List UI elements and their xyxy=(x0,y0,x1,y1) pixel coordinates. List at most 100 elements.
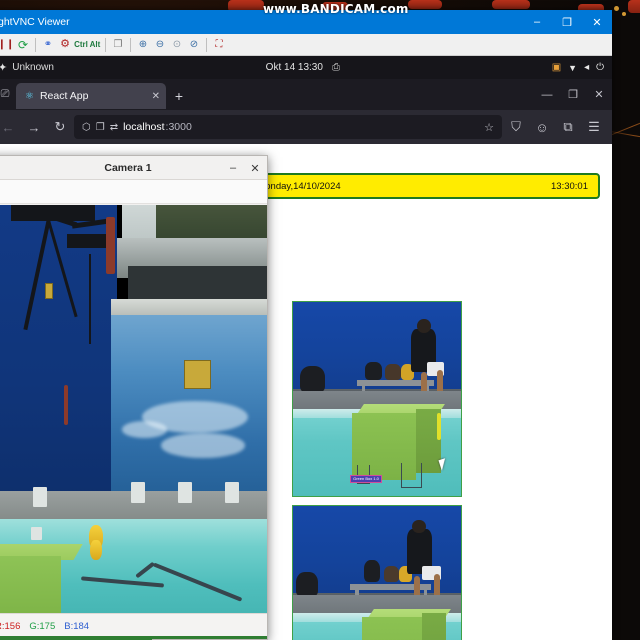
toolbar-separator xyxy=(105,38,106,52)
shaded-opening xyxy=(128,266,267,299)
camera-1-video-view[interactable] xyxy=(0,205,267,613)
ctrl-key-button[interactable]: Ctrl xyxy=(74,37,88,53)
fullscreen-icon[interactable]: ⛶ xyxy=(211,37,227,53)
camera-1-titlebar[interactable]: Camera 1 – ✕ xyxy=(0,156,267,180)
equipment-bag xyxy=(300,366,325,393)
url-bar[interactable]: ⬡ ❐ ⇄ localhost :3000 ☆ xyxy=(74,115,502,139)
thumbnail-scene: Green Box 1.0 xyxy=(293,302,461,496)
lane-marker xyxy=(31,527,42,539)
back-icon[interactable]: ← xyxy=(0,115,20,139)
pool-sign xyxy=(184,360,212,389)
new-tab-button[interactable]: + xyxy=(166,83,192,109)
connection-icon[interactable]: ⚭ xyxy=(40,37,56,53)
green-cube-front xyxy=(362,617,422,640)
wall-mural xyxy=(122,421,166,437)
bg-shape xyxy=(408,0,442,9)
zoom-actual-icon[interactable]: ⊘ xyxy=(186,37,202,53)
applications-menu-label: Unknown xyxy=(12,62,54,73)
desktop-panel: ✦ Unknown Okt 14 13:30 ⎙ ▣ ▼ ◂ ⏻ xyxy=(0,56,612,79)
url-host: localhost xyxy=(123,121,164,133)
red-pipe xyxy=(106,217,116,274)
refresh-icon[interactable]: ⟳ xyxy=(15,37,31,53)
network-icon[interactable]: ▼ xyxy=(568,63,577,73)
page-info-icon[interactable]: ❐ xyxy=(96,122,105,133)
vnc-window-title: ghtVNC Viewer xyxy=(0,16,70,28)
camera-thumbnail-2[interactable]: Green Box 1.0 xyxy=(292,505,462,640)
clipboard-icon[interactable]: ❐ xyxy=(110,37,126,53)
tracking-protection-icon[interactable]: ⛉ xyxy=(504,115,528,139)
starting-block xyxy=(178,482,192,502)
url-port: :3000 xyxy=(166,121,192,133)
browser-tab-react-app[interactable]: ⚛ React App ✕ xyxy=(16,83,166,109)
bandicam-text: www.BANDICAM.com xyxy=(263,2,409,16)
app-menu-icon: ✦ xyxy=(0,61,7,74)
reload-icon[interactable]: ↻ xyxy=(48,115,72,139)
camera-1-minimize-button[interactable]: – xyxy=(225,160,241,176)
browser-close-button[interactable]: ✕ xyxy=(586,79,612,110)
volume-icon[interactable]: ◂ xyxy=(584,62,589,73)
zoom-in-icon[interactable]: ⊕ xyxy=(135,37,151,53)
vnc-minimize-button[interactable]: – xyxy=(522,10,552,34)
starting-block xyxy=(131,482,145,502)
hanging-cable xyxy=(89,254,91,344)
camera-1-toolbar-strip xyxy=(0,180,267,204)
roof-beam xyxy=(11,205,94,221)
cable xyxy=(437,413,441,440)
banner-date: Monday,14/10/2024 xyxy=(257,181,340,192)
status-blue-value: B:184 xyxy=(64,621,89,632)
printer-icon[interactable]: ⎙ xyxy=(332,62,340,73)
forward-icon[interactable]: → xyxy=(22,115,46,139)
browser-window-controls: ⱟ — ❐ ✕ xyxy=(490,79,612,110)
notification-icon[interactable]: ▣ xyxy=(552,62,561,73)
power-icon[interactable]: ⏻ xyxy=(596,62,604,73)
pause-icon[interactable]: ❙❙ xyxy=(0,37,14,53)
applications-menu[interactable]: ✦ Unknown xyxy=(0,61,54,74)
extensions-icon[interactable]: ⧉ xyxy=(556,115,580,139)
react-logo-icon: ⚛ xyxy=(25,91,34,102)
person-head xyxy=(417,319,430,333)
toolbar-separator xyxy=(206,38,207,52)
red-pipe xyxy=(64,385,68,426)
vnc-toolbar: ❙❙ ⟳ ⚭ ⚙ Ctrl Alt ❐ ⊕ ⊖ ⊙ ⊘ ⛶ xyxy=(0,34,612,56)
camera-1-window-controls: – ✕ xyxy=(225,156,263,180)
zoom-out-icon[interactable]: ⊖ xyxy=(152,37,168,53)
equipment-bag xyxy=(365,362,382,379)
bg-shape xyxy=(628,0,640,13)
vnc-close-button[interactable]: ✕ xyxy=(582,10,612,34)
status-red-value: R:156 xyxy=(0,621,20,632)
app-menu-icon[interactable]: ☰ xyxy=(582,115,606,139)
shield-icon[interactable]: ⬡ xyxy=(82,122,91,133)
sidebar-toggle-icon[interactable]: ⎚ xyxy=(0,79,16,110)
banner-time: 13:30:01 xyxy=(551,181,588,192)
permissions-icon[interactable]: ⇄ xyxy=(110,122,118,133)
toolbar-separator xyxy=(130,38,131,52)
equipment-bag xyxy=(364,560,381,581)
browser-maximize-button[interactable]: ❐ xyxy=(560,79,586,110)
bandicam-watermark: www.BANDICAM.com xyxy=(263,2,409,16)
alt-key-button[interactable]: Alt xyxy=(89,37,101,53)
vnc-maximize-button[interactable]: ❐ xyxy=(552,10,582,34)
cube-stand xyxy=(401,463,423,488)
panel-clock[interactable]: Okt 14 13:30 xyxy=(266,62,323,73)
list-all-tabs-icon[interactable]: ⱟ xyxy=(490,79,516,110)
page-bottom-accent xyxy=(0,636,152,640)
starting-block xyxy=(225,482,239,502)
account-icon[interactable]: ☺ xyxy=(530,115,554,139)
bg-shape xyxy=(492,0,530,9)
equipment-bag xyxy=(384,566,399,582)
camera-1-close-button[interactable]: ✕ xyxy=(247,160,263,176)
bg-dot xyxy=(622,12,626,16)
thumbnail-scene: Green Box 1.0 xyxy=(293,506,461,640)
browser-navigation-bar: ← → ↻ ⬡ ❐ ⇄ localhost :3000 ☆ ⛉ ☺ ⧉ ☰ xyxy=(0,110,612,144)
camera-thumbnail-1[interactable]: Green Box 1.0 xyxy=(292,301,462,497)
close-icon[interactable]: ✕ xyxy=(152,91,160,102)
browser-minimize-button[interactable]: — xyxy=(534,79,560,110)
zoom-fit-icon[interactable]: ⊙ xyxy=(169,37,185,53)
yellow-buoy xyxy=(90,540,101,560)
equipment-bag xyxy=(385,364,400,380)
browser-tab-label: React App xyxy=(40,90,88,102)
bookmark-star-icon[interactable]: ☆ xyxy=(484,121,494,134)
toolbar-separator xyxy=(35,38,36,52)
gear-icon[interactable]: ⚙ xyxy=(57,37,73,53)
starting-block xyxy=(33,487,47,507)
